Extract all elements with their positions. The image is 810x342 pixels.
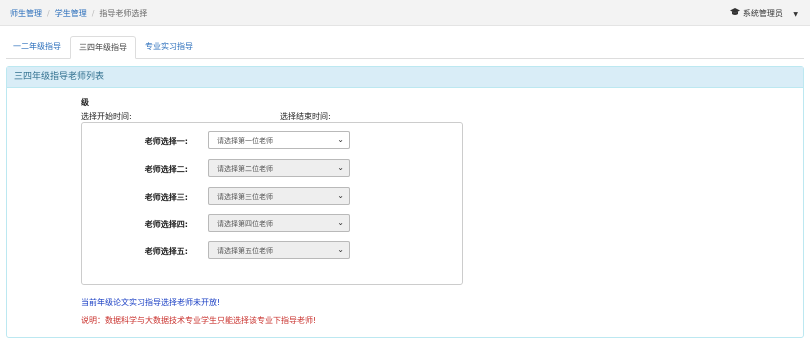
top-breadcrumb-bar: 师生管理 / 学生管理 / 指导老师选择 系统管理员 ▼	[0, 0, 810, 26]
selection-row-3: 老师选择三: 请选择第三位老师 ⌄	[82, 187, 462, 205]
user-menu[interactable]: 系统管理员 ▼	[730, 8, 798, 19]
selection-row-2: 老师选择二: 请选择第二位老师 ⌄	[82, 159, 462, 177]
status-notice: 当前年级论文实习指导选择老师未开放!	[81, 298, 221, 307]
panel-title: 三四年级指导老师列表	[7, 67, 803, 88]
tab-bar: 一二年级指导 三四年级指导 专业实习指导	[6, 36, 804, 59]
chevron-down-icon: ⌄	[337, 163, 344, 172]
selection-label: 老师选择四:	[144, 220, 188, 229]
breadcrumb-item-current: 指导老师选择	[99, 9, 148, 18]
teacher-selection-box: 老师选择一: 请选择第一位老师 ⌄ 老师选择二: 请选择第二位老师 ⌄ 老师选择…	[81, 122, 463, 285]
teacher-select-4[interactable]: 请选择第四位老师 ⌄	[208, 214, 350, 232]
end-time-label: 选择结束时间:	[280, 112, 331, 121]
user-name: 系统管理员	[742, 9, 783, 18]
chevron-down-icon: ⌄	[337, 135, 344, 144]
breadcrumb-item-student-mgmt[interactable]: 学生管理	[55, 9, 87, 18]
selection-label: 老师选择五:	[144, 247, 188, 256]
select-value: 请选择第三位老师	[217, 193, 273, 201]
selection-row-1: 老师选择一: 请选择第一位老师 ⌄	[82, 131, 462, 149]
selection-row-5: 老师选择五: 请选择第五位老师 ⌄	[82, 241, 462, 259]
select-value: 请选择第四位老师	[217, 220, 273, 228]
tab-grade-1-2[interactable]: 一二年级指导	[6, 36, 68, 58]
selection-label: 老师选择一:	[144, 137, 188, 146]
grade-title: 级	[81, 98, 89, 107]
selection-label: 老师选择三:	[144, 193, 188, 202]
breadcrumb-item-teacher-student-mgmt[interactable]: 师生管理	[10, 9, 42, 18]
teacher-select-3[interactable]: 请选择第三位老师 ⌄	[208, 187, 350, 205]
tab-internship[interactable]: 专业实习指导	[138, 36, 200, 58]
breadcrumb: 师生管理 / 学生管理 / 指导老师选择	[10, 8, 147, 19]
breadcrumb-separator: /	[47, 9, 50, 18]
teacher-list-panel: 三四年级指导老师列表 级 选择开始时间: 选择结束时间: 老师选择一: 请选择第…	[6, 66, 804, 338]
selection-row-4: 老师选择四: 请选择第四位老师 ⌄	[82, 214, 462, 232]
explanation-note: 说明：数据科学与大数据技术专业学生只能选择该专业下指导老师!	[81, 316, 317, 325]
teacher-select-2[interactable]: 请选择第二位老师 ⌄	[208, 159, 350, 177]
chevron-down-icon: ⌄	[337, 191, 344, 200]
chevron-down-icon: ⌄	[337, 245, 344, 254]
chevron-down-icon: ▼	[793, 11, 798, 18]
teacher-select-5[interactable]: 请选择第五位老师 ⌄	[208, 241, 350, 259]
tab-grade-3-4[interactable]: 三四年级指导	[70, 36, 136, 59]
start-time-label: 选择开始时间:	[81, 112, 132, 121]
graduation-cap-icon	[730, 8, 741, 18]
breadcrumb-separator: /	[91, 9, 95, 18]
select-value: 请选择第五位老师	[217, 247, 273, 255]
chevron-down-icon: ⌄	[337, 218, 344, 227]
select-value: 请选择第二位老师	[217, 165, 273, 173]
selection-label: 老师选择二:	[144, 165, 188, 174]
teacher-select-1[interactable]: 请选择第一位老师 ⌄	[208, 131, 350, 149]
select-value: 请选择第一位老师	[217, 137, 273, 145]
